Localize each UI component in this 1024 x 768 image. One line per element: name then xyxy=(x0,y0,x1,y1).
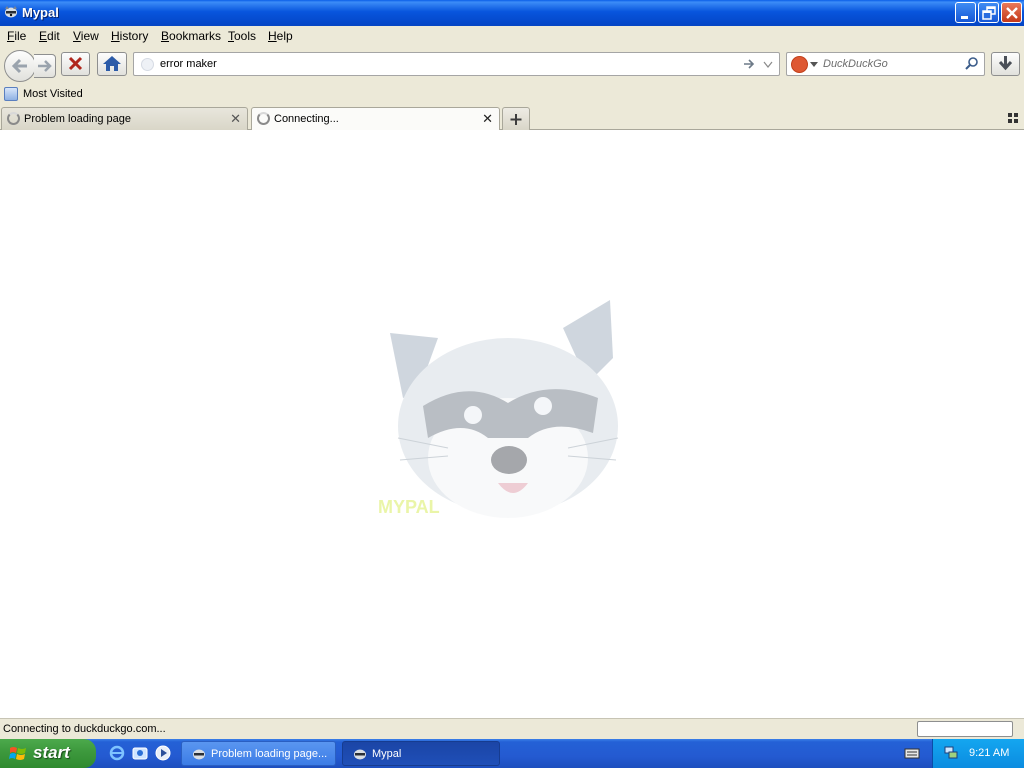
window-title: Mypal xyxy=(22,5,59,20)
plus-icon xyxy=(510,114,522,125)
new-tab-button[interactable] xyxy=(502,107,530,130)
most-visited-icon xyxy=(4,87,18,101)
forward-button[interactable] xyxy=(34,54,56,78)
menu-help[interactable]: Help xyxy=(268,29,293,43)
search-input[interactable]: DuckDuckGo xyxy=(823,58,888,70)
navigation-toolbar: error maker DuckDuckGo xyxy=(0,47,1024,84)
back-arrow-icon xyxy=(11,58,27,74)
close-icon xyxy=(1006,7,1018,19)
tab-groups-icon[interactable] xyxy=(1008,113,1018,123)
page-content: MYPAL xyxy=(0,130,1024,718)
tab-close-icon[interactable]: ✕ xyxy=(230,111,241,127)
loading-throbber-icon xyxy=(257,112,270,125)
home-icon xyxy=(103,56,121,71)
system-tray: 9:21 AM xyxy=(932,739,1024,768)
window-title-bar[interactable]: Mypal xyxy=(0,0,1024,26)
address-input[interactable]: error maker xyxy=(160,58,217,70)
desktop-screen: Mypal File Edit View History Bookmarks T… xyxy=(0,0,1024,768)
restore-button[interactable] xyxy=(978,2,999,23)
close-window-button[interactable] xyxy=(1001,2,1022,23)
tab-label: Connecting... xyxy=(274,113,339,125)
duckduckgo-engine-icon[interactable] xyxy=(791,56,808,73)
stop-x-icon xyxy=(68,56,83,71)
home-button[interactable] xyxy=(97,52,127,76)
raccoon-app-icon xyxy=(5,6,17,18)
start-label: start xyxy=(33,743,70,762)
menu-tools[interactable]: Tools xyxy=(228,29,256,43)
tab-connecting[interactable]: Connecting... ✕ xyxy=(251,107,500,131)
address-bar[interactable]: error maker xyxy=(133,52,780,76)
taskbar-item-label: Problem loading page... xyxy=(211,748,328,760)
tab-label: Problem loading page xyxy=(24,113,132,125)
network-icon[interactable] xyxy=(943,745,959,761)
search-icon[interactable] xyxy=(964,56,980,72)
minimize-button[interactable] xyxy=(955,2,976,23)
stop-button[interactable] xyxy=(61,52,90,76)
start-button[interactable]: start xyxy=(0,739,96,768)
downloads-button[interactable] xyxy=(991,52,1020,76)
raccoon-app-icon xyxy=(354,749,366,760)
status-bar: Connecting to duckduckgo.com... xyxy=(0,718,1024,739)
outlook-express-icon[interactable] xyxy=(132,745,148,761)
menu-history[interactable]: History xyxy=(111,29,148,43)
taskbar: start Problem loading page... Mypal 9:21… xyxy=(0,739,1024,768)
taskbar-item-label: Mypal xyxy=(372,748,402,760)
taskbar-item-mypal[interactable]: Mypal xyxy=(342,741,500,766)
taskbar-item-problem-loading[interactable]: Problem loading page... xyxy=(181,741,336,766)
menu-edit[interactable]: Edit xyxy=(39,29,60,43)
raccoon-app-icon xyxy=(193,749,205,760)
back-button[interactable] xyxy=(4,50,36,82)
keyboard-icon[interactable] xyxy=(904,746,920,760)
media-player-icon[interactable] xyxy=(155,745,171,761)
tab-problem-loading[interactable]: Problem loading page ✕ xyxy=(1,107,248,130)
menu-view[interactable]: View xyxy=(73,29,99,43)
forward-arrow-icon xyxy=(38,60,52,72)
minimize-icon xyxy=(961,16,968,19)
bookmark-most-visited[interactable]: Most Visited xyxy=(23,88,83,100)
engine-dropdown-icon[interactable] xyxy=(810,62,818,67)
search-bar[interactable]: DuckDuckGo xyxy=(786,52,985,76)
loading-throbber-icon xyxy=(7,112,20,125)
restore-icon xyxy=(982,6,996,20)
menu-bookmarks[interactable]: Bookmarks xyxy=(161,29,221,43)
raccoon-logo: MYPAL xyxy=(378,300,619,518)
download-arrow-icon xyxy=(998,56,1013,71)
progress-meter xyxy=(917,721,1013,737)
site-identity-icon[interactable] xyxy=(141,58,154,71)
tab-strip: Problem loading page ✕ Connecting... ✕ xyxy=(0,105,1024,131)
history-dropdown-icon[interactable] xyxy=(763,61,773,68)
bookmarks-toolbar: Most Visited xyxy=(0,84,1024,105)
menu-bar: File Edit View History Bookmarks Tools H… xyxy=(0,26,1024,47)
system-clock: 9:21 AM xyxy=(969,747,1010,759)
go-arrow-icon[interactable] xyxy=(742,57,756,71)
status-text: Connecting to duckduckgo.com... xyxy=(3,723,166,735)
windows-flag-icon xyxy=(9,747,26,760)
tab-close-icon[interactable]: ✕ xyxy=(482,111,493,127)
menu-file[interactable]: File xyxy=(7,29,26,43)
mascot-caption: MYPAL xyxy=(378,497,440,517)
internet-explorer-icon[interactable] xyxy=(109,745,125,761)
